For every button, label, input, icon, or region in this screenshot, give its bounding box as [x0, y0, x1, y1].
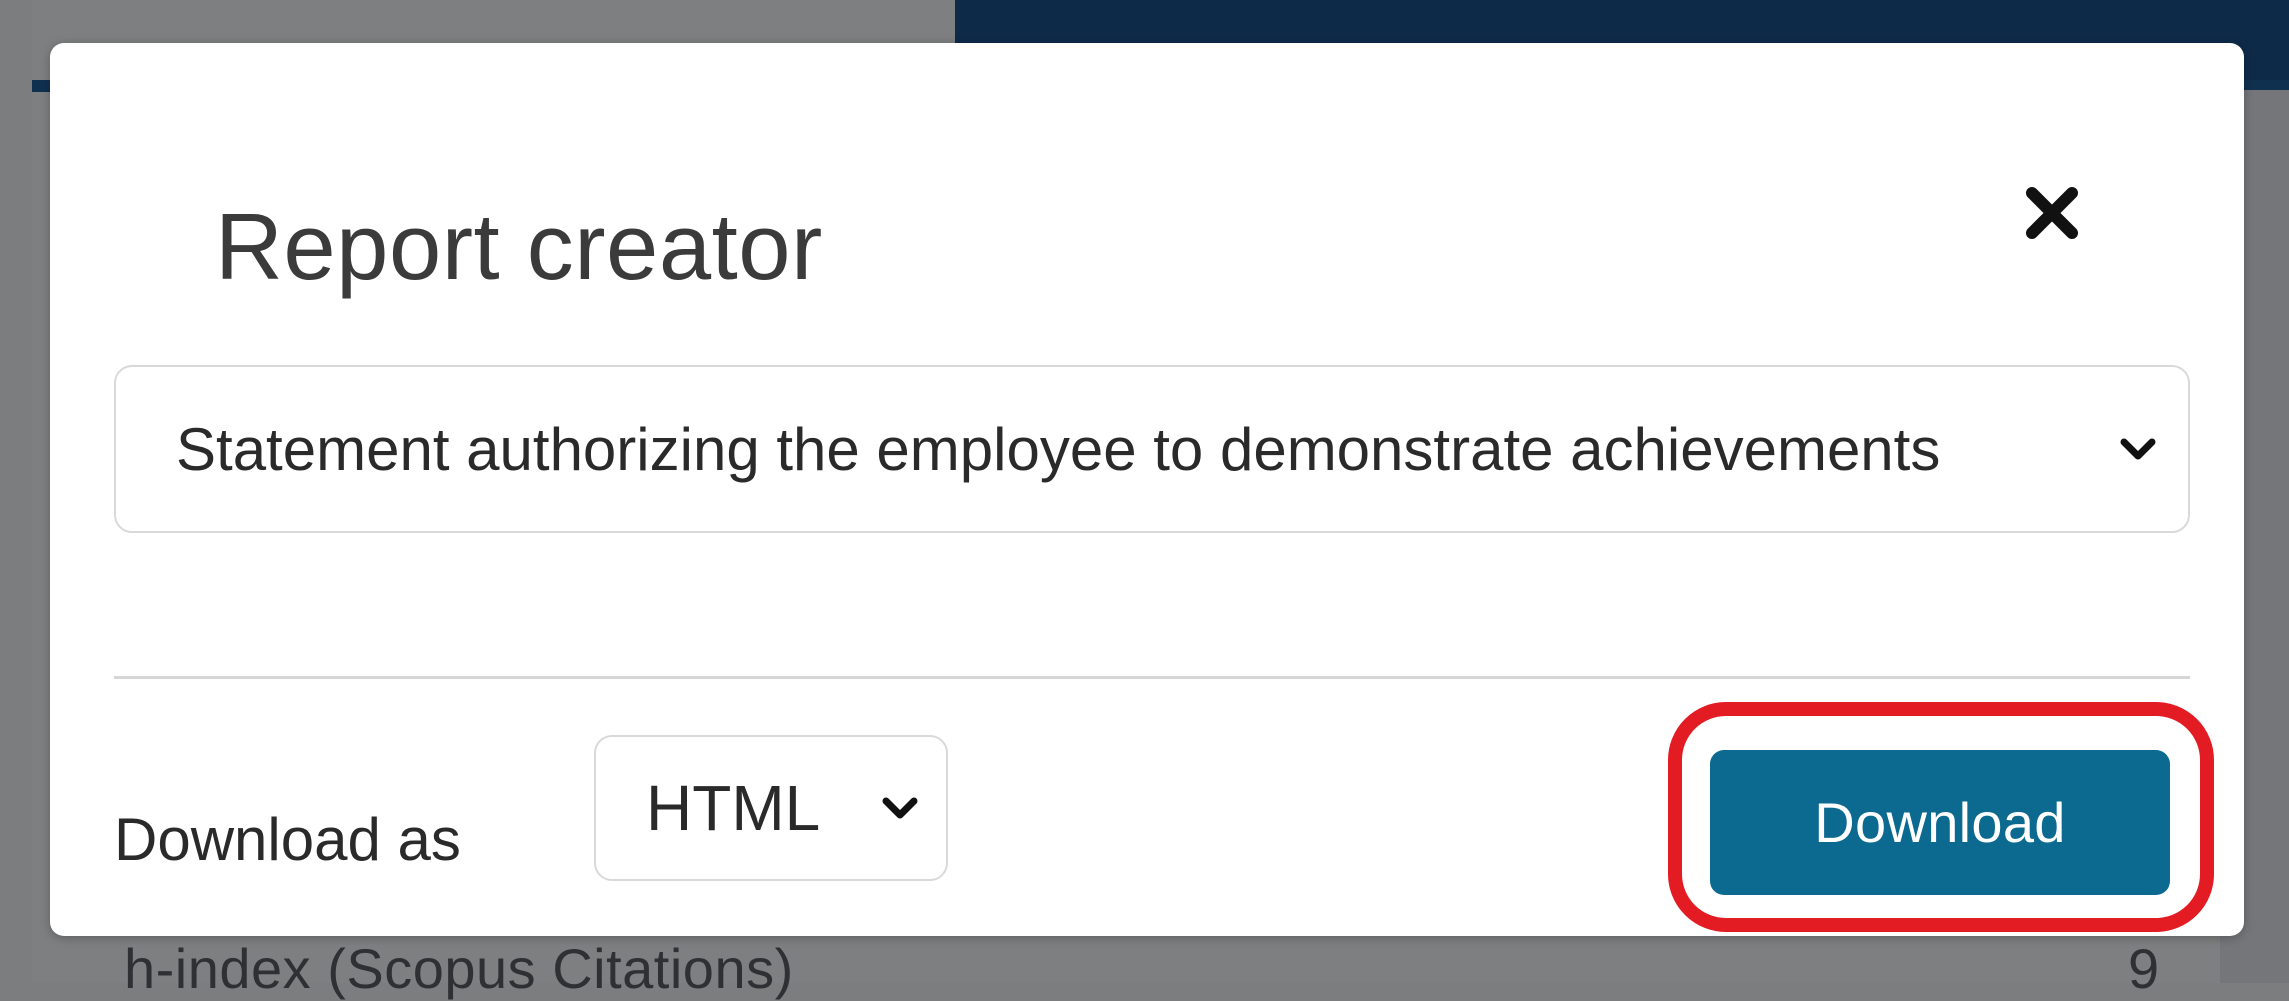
close-button[interactable]	[2012, 173, 2092, 253]
download-format-selected-value: HTML	[646, 772, 821, 844]
download-format-select[interactable]: HTML	[594, 735, 948, 881]
download-button[interactable]: Download	[1710, 750, 2170, 895]
report-type-select[interactable]: Statement authorizing the employee to de…	[114, 365, 2190, 533]
section-divider	[114, 676, 2190, 679]
report-type-selected-value: Statement authorizing the employee to de…	[176, 415, 1941, 483]
close-icon	[2026, 187, 2078, 239]
background-row-label: h-index (Scopus Citations)	[124, 937, 794, 1000]
chevron-down-icon	[2118, 434, 2158, 464]
background-row-value: 9	[2128, 937, 2160, 1000]
dialog-title: Report creator	[215, 194, 823, 299]
download-as-label: Download as	[114, 806, 461, 873]
chevron-down-icon	[880, 793, 920, 823]
report-creator-dialog: Report creator Statement authorizing the…	[50, 43, 2244, 936]
